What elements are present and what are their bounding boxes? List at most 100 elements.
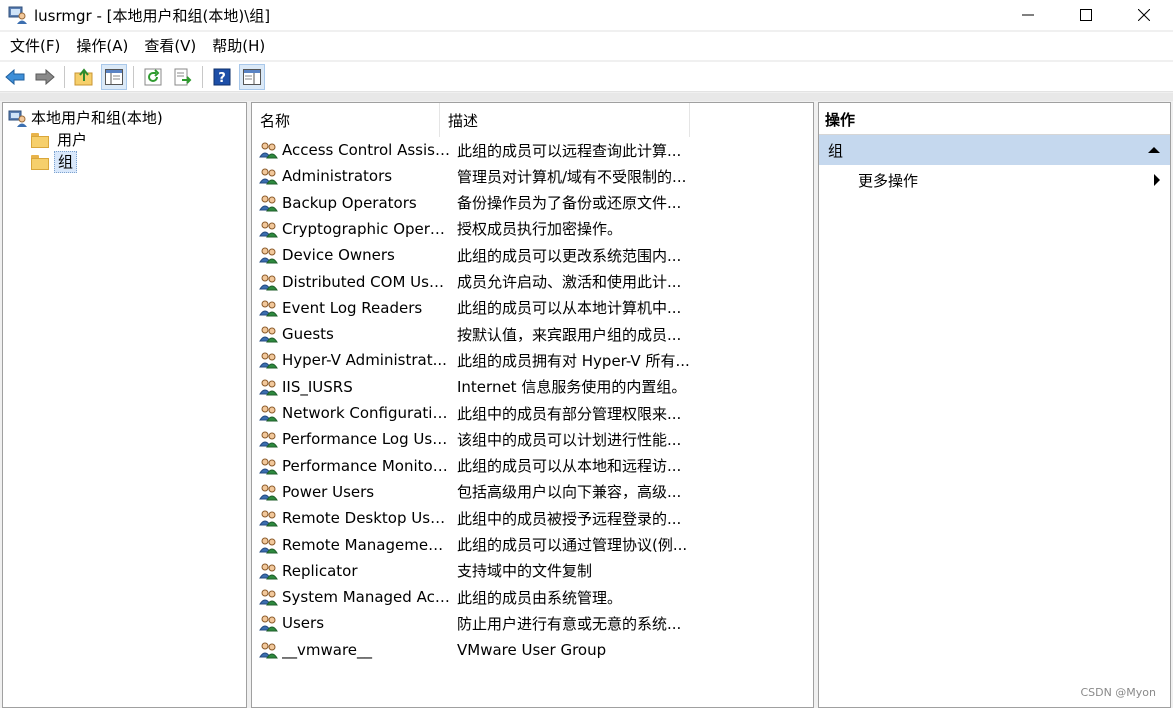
- group-name: IIS_IUSRS: [282, 377, 353, 396]
- minimize-button[interactable]: [999, 0, 1057, 30]
- group-icon: [258, 612, 280, 634]
- group-name: Device Owners: [282, 246, 395, 265]
- group-row[interactable]: System Managed Acc... 此组的成员由系统管理。: [252, 584, 697, 610]
- group-description: 管理员对计算机/域有不受限制的...: [457, 167, 687, 186]
- group-description: 此组的成员可以通过管理协议(例...: [457, 536, 688, 554]
- svg-text:?: ?: [218, 71, 226, 86]
- group-name: Event Log Readers: [282, 298, 423, 317]
- group-icon: [258, 507, 280, 529]
- group-icon: [258, 560, 280, 582]
- up-one-level-button[interactable]: [71, 64, 97, 90]
- group-name: System Managed Acc...: [282, 588, 450, 607]
- group-row[interactable]: Access Control Assist... 此组的成员可以远程查询此计算..…: [252, 137, 697, 163]
- group-row[interactable]: Cryptographic Operat... 授权成员执行加密操作。: [252, 216, 697, 242]
- toolbar: ?: [0, 62, 1173, 92]
- folder-icon: [31, 132, 49, 148]
- group-row[interactable]: Power Users 包括高级用户以向下兼容，高级...: [252, 479, 697, 505]
- group-description: 此组的成员拥有对 Hyper-V 所有...: [457, 351, 690, 370]
- group-description: 备份操作员为了备份或还原文件...: [457, 194, 682, 213]
- group-icon: [258, 323, 280, 345]
- more-actions-item[interactable]: 更多操作: [819, 165, 1170, 195]
- group-description: 此组的成员可以更改系统范围内...: [457, 246, 682, 265]
- maximize-button[interactable]: [1057, 0, 1115, 30]
- group-name: Guests: [282, 325, 334, 344]
- show-hide-console-tree-button[interactable]: [101, 63, 127, 90]
- export-list-button[interactable]: [170, 64, 196, 90]
- group-description: 此组中的成员被授予远程登录的...: [457, 509, 682, 528]
- close-icon: [1138, 9, 1150, 21]
- tree-item-groups[interactable]: 组: [31, 151, 78, 173]
- group-row[interactable]: Administrators 管理员对计算机/域有不受限制的...: [252, 163, 697, 189]
- refresh-icon: [144, 68, 162, 85]
- users-groups-app-icon: [8, 5, 28, 25]
- group-name: Administrators: [282, 167, 393, 186]
- group-row[interactable]: Backup Operators 备份操作员为了备份或还原文件...: [252, 190, 697, 216]
- group-row[interactable]: IIS_IUSRS Internet 信息服务使用的内置组。: [252, 374, 697, 400]
- help-button[interactable]: ?: [209, 64, 235, 90]
- group-description: 此组的成员由系统管理。: [457, 588, 623, 607]
- menu-file[interactable]: 文件(F): [2, 32, 68, 60]
- actions-group-label: 组: [828, 141, 844, 160]
- back-arrow-icon: [5, 68, 25, 85]
- group-name: Distributed COM Users: [282, 272, 450, 291]
- group-row[interactable]: Event Log Readers 此组的成员可以从本地计算机中...: [252, 295, 697, 321]
- group-icon: [258, 349, 280, 371]
- title-bar: lusrmgr - [本地用户和组(本地)\组]: [0, 0, 1173, 30]
- actions-group-section[interactable]: 组: [819, 135, 1170, 165]
- group-row[interactable]: Replicator 支持域中的文件复制: [252, 558, 697, 584]
- group-row[interactable]: Device Owners 此组的成员可以更改系统范围内...: [252, 242, 697, 268]
- group-name: Cryptographic Operat...: [282, 219, 450, 238]
- back-button[interactable]: [2, 64, 28, 90]
- minimize-icon: [1022, 14, 1034, 16]
- show-hide-tree-icon: [105, 68, 123, 85]
- group-icon: [258, 244, 280, 266]
- group-icon: [258, 428, 280, 450]
- submenu-arrow-icon: [1154, 174, 1160, 186]
- group-row[interactable]: Remote Desktop Users 此组中的成员被授予远程登录的...: [252, 505, 697, 531]
- column-header-row: 名称 描述: [252, 103, 815, 137]
- toolbar-separator: [64, 65, 65, 88]
- toolbar-separator: [133, 65, 134, 88]
- show-hide-action-pane-button[interactable]: [239, 63, 265, 90]
- group-row[interactable]: Distributed COM Users 成员允许启动、激活和使用此计...: [252, 269, 697, 295]
- menu-help[interactable]: 帮助(H): [204, 32, 273, 60]
- forward-button[interactable]: [32, 64, 58, 90]
- toolbar-bottom-strip: [0, 93, 1173, 101]
- menu-action[interactable]: 操作(A): [68, 32, 136, 60]
- group-name: Performance Log Users: [282, 430, 450, 449]
- tree-item-users[interactable]: 用户: [31, 129, 90, 151]
- group-row[interactable]: Users 防止用户进行有意或无意的系统...: [252, 610, 697, 636]
- menu-view[interactable]: 查看(V): [136, 32, 204, 60]
- group-description: 此组的成员可以从本地计算机中...: [457, 299, 682, 318]
- tree-item-root[interactable]: 本地用户和组(本地): [8, 107, 166, 129]
- group-row[interactable]: Performance Monitor... 此组的成员可以从本地和远程访...: [252, 453, 697, 479]
- group-row[interactable]: Network Configuratio... 此组中的成员有部分管理权限来...: [252, 400, 697, 426]
- watermark: CSDN @Myon⁣: [1080, 686, 1156, 699]
- column-header-name[interactable]: 名称: [252, 103, 440, 137]
- group-icon: [258, 455, 280, 477]
- group-row[interactable]: Guests 按默认值，来宾跟用户组的成员...: [252, 321, 697, 347]
- window-title: lusrmgr - [本地用户和组(本地)\组]: [34, 6, 271, 25]
- close-button[interactable]: [1115, 0, 1173, 30]
- column-header-description[interactable]: 描述: [440, 103, 690, 137]
- group-icon: [258, 192, 280, 214]
- group-name: Remote Desktop Users: [282, 509, 450, 528]
- group-row[interactable]: Performance Log Users 该组中的成员可以计划进行性能...: [252, 426, 697, 452]
- group-name: Users: [282, 614, 325, 633]
- forward-arrow-icon: [35, 68, 55, 85]
- refresh-button[interactable]: [140, 64, 166, 90]
- group-row[interactable]: __vmware__ VMware User Group: [252, 637, 697, 663]
- group-description: 此组中的成员有部分管理权限来...: [457, 404, 682, 423]
- show-hide-action-pane-icon: [243, 68, 261, 85]
- help-icon: ?: [213, 68, 231, 86]
- menu-bar: 文件(F) 操作(A) 查看(V) 帮助(H): [0, 32, 1173, 60]
- group-description: 授权成员执行加密操作。: [457, 220, 623, 239]
- group-row[interactable]: Hyper-V Administrat... 此组的成员拥有对 Hyper-V 所…: [252, 347, 697, 373]
- group-row[interactable]: Remote Managemen... 此组的成员可以通过管理协议(例...: [252, 532, 697, 558]
- group-icon: [258, 376, 280, 398]
- group-name: __vmware__: [282, 640, 373, 659]
- group-description: 该组中的成员可以计划进行性能...: [457, 430, 682, 449]
- group-description: 包括高级用户以向下兼容，高级...: [457, 483, 682, 502]
- actions-header: 操作: [819, 105, 1170, 135]
- group-name: Performance Monitor...: [282, 456, 450, 475]
